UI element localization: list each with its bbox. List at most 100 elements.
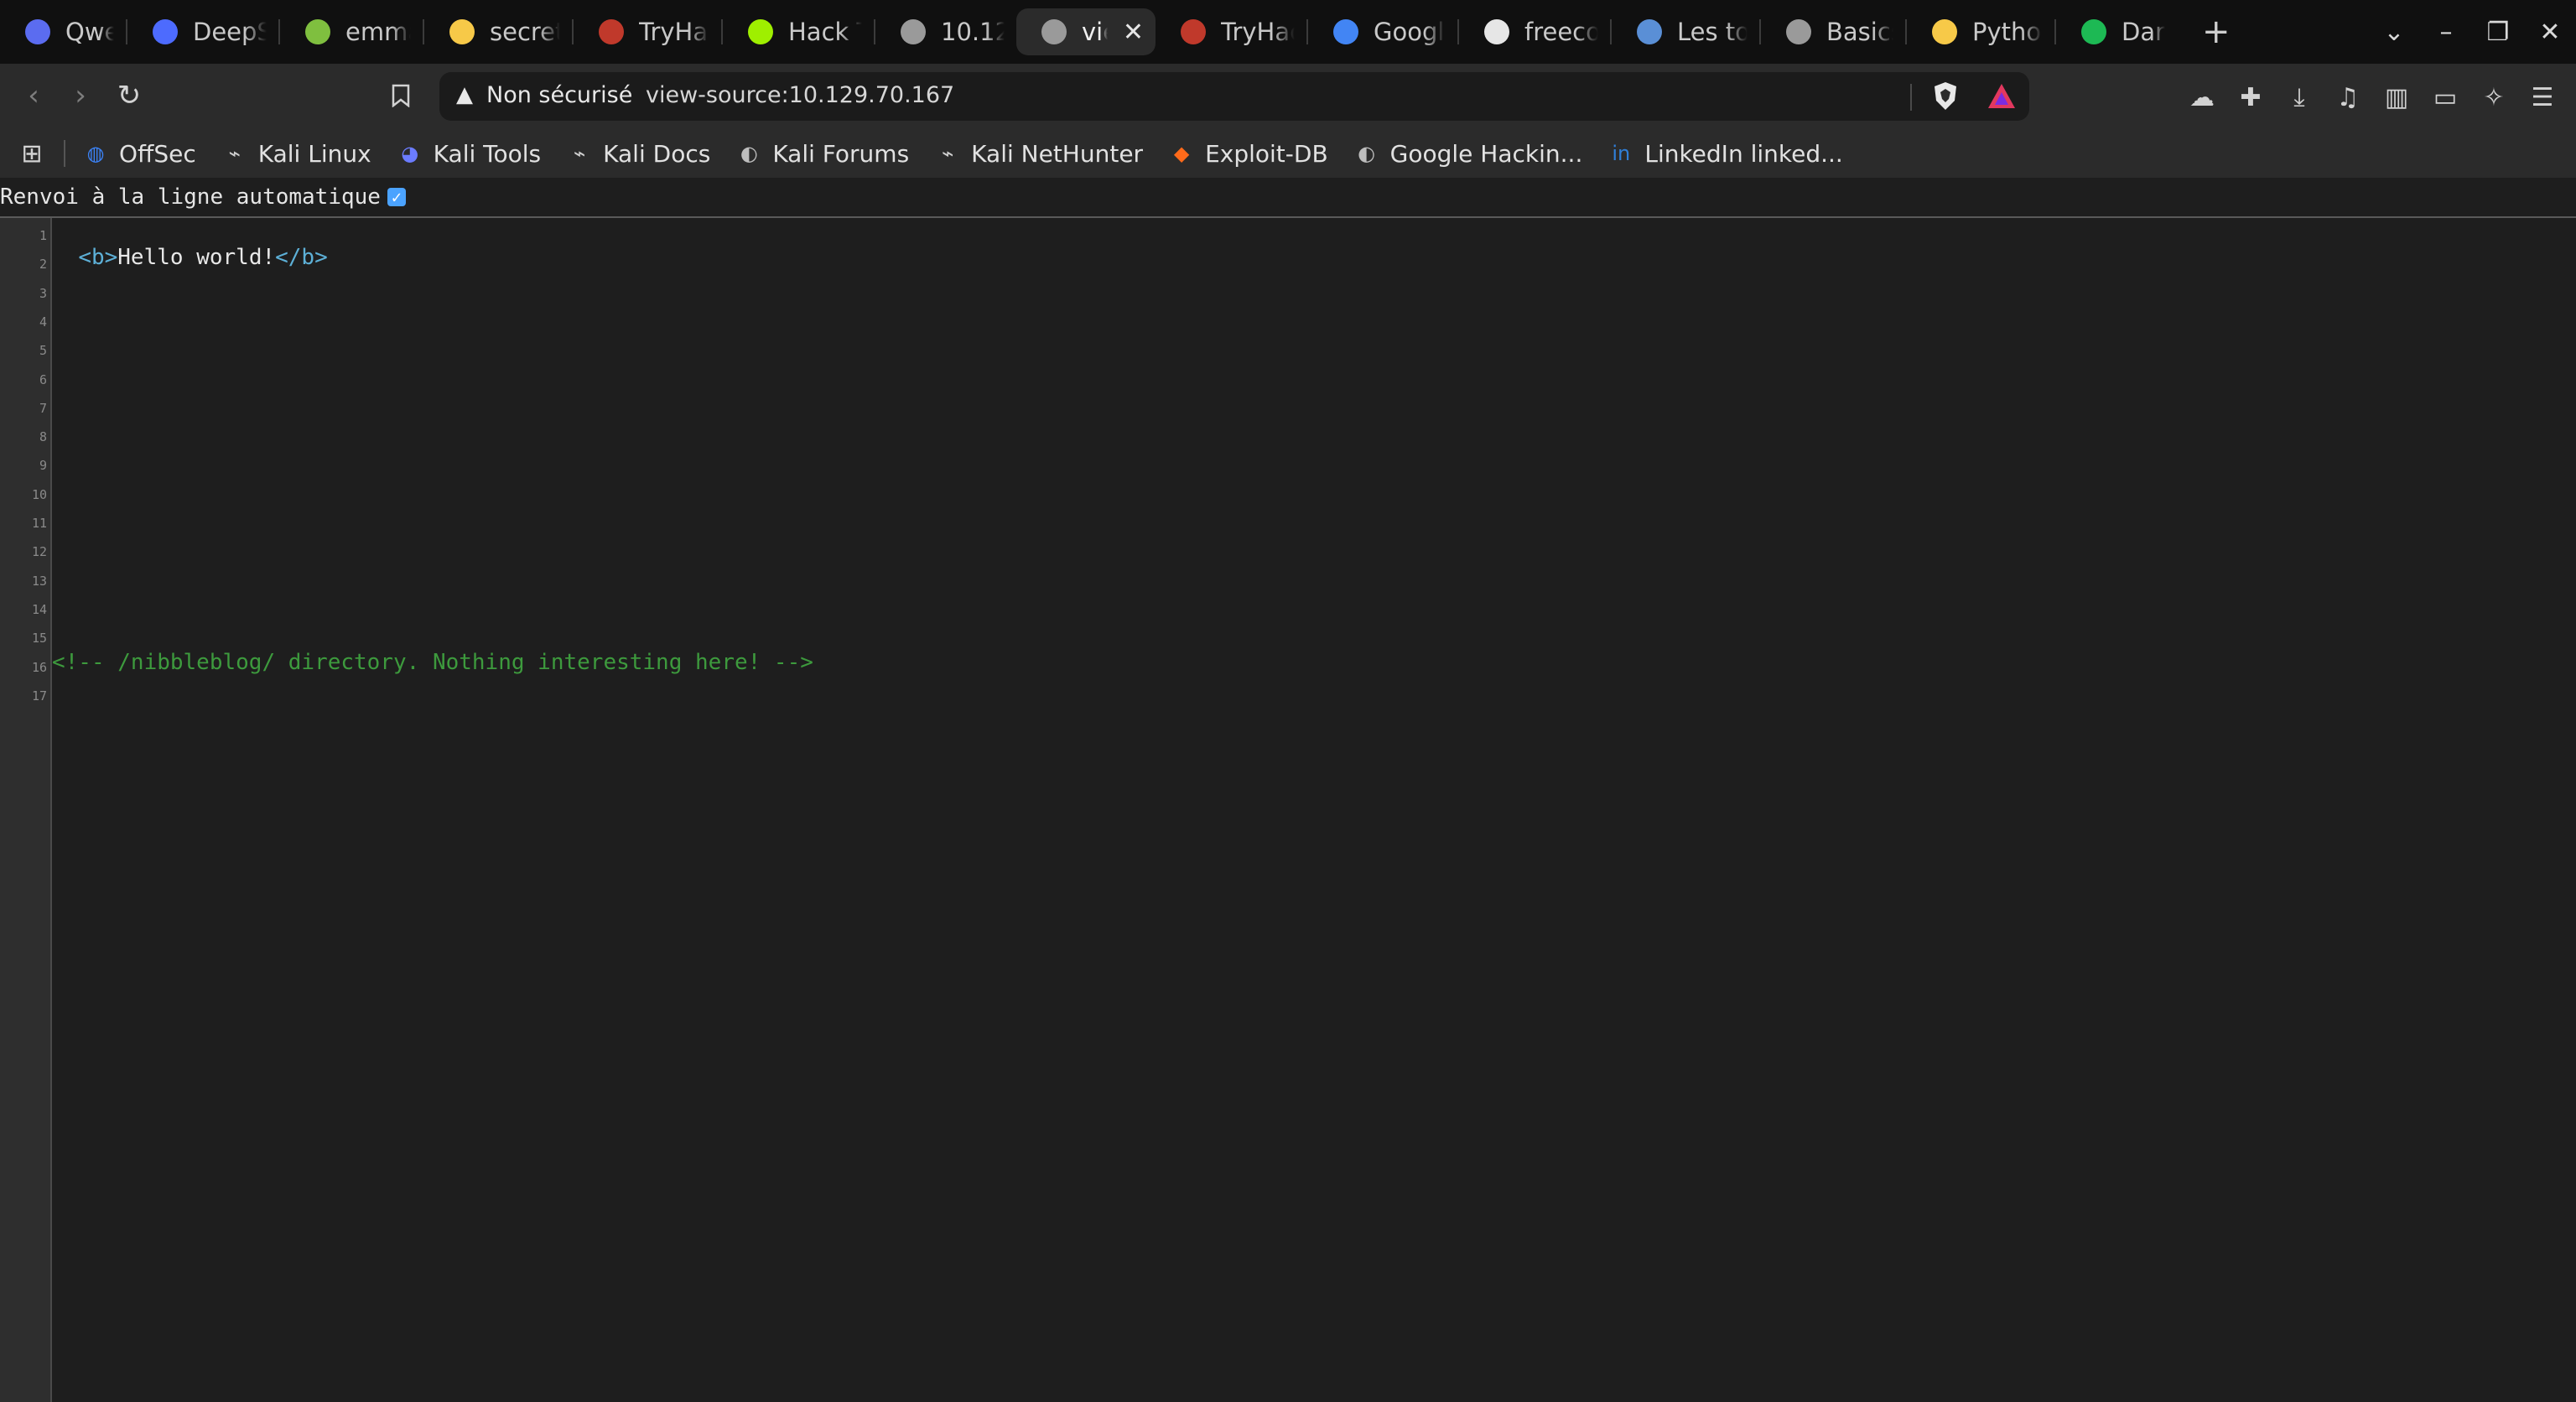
sidebar-icon[interactable]: ▥ [2378,79,2415,116]
reload-button[interactable]: ↻ [111,77,148,114]
bookmark-label: Exploit-DB [1205,139,1328,168]
bookmark-item[interactable]: ◐ Google Hackin... [1355,139,1583,168]
apps-grid-icon[interactable]: ⊞ [0,129,64,178]
tab-3[interactable]: emma [280,8,423,55]
bookmark-label: OffSec [119,139,196,168]
line-number: 14 [31,601,47,617]
tab-label: 10.129 [941,18,1005,46]
tab-label: TryHackMe [639,18,709,46]
brave-shields-icon[interactable] [1930,80,1961,112]
tab-15[interactable]: Dar [2056,8,2182,55]
tab-label: Hack The Box [788,18,862,46]
python-icon [1932,19,1957,44]
line-number: 3 [39,285,47,301]
tab-8[interactable]: vie ✕ [1016,8,1156,55]
tab-label: Python [1972,18,2043,46]
wallet-icon[interactable]: ▭ [2427,79,2464,116]
python-icon [449,19,475,44]
linkedin-icon: in [1612,142,1631,165]
line-number: 8 [39,429,47,445]
tab-12[interactable]: Les top [1612,8,1759,55]
bookmark-label: Kali Docs [603,139,711,168]
tab-label: Google [1374,18,1446,46]
globe-icon: ◐ [1358,142,1376,165]
close-b-tag: </b> [275,245,328,270]
security-label[interactable]: Non sécurisé [486,82,632,108]
tab-10[interactable]: Google [1308,8,1457,55]
tab-1[interactable]: Qwen [0,8,126,55]
tab-14[interactable]: Python [1907,8,2054,55]
bookmark-item[interactable]: ◕ Kali Tools [398,140,541,168]
leo-ai-icon[interactable]: ✧ [2475,79,2512,116]
tab-7[interactable]: 10.129 [875,8,1016,55]
bookmark-label: Kali NetHunter [971,139,1144,168]
hackthebox-icon [748,19,773,44]
line-number: 12 [31,544,47,560]
line-number: 11 [31,516,47,531]
bookmark-item[interactable]: ⌁ Kali Docs [568,140,710,168]
warning-icon[interactable]: ▲ [456,82,473,107]
bookmark-item[interactable]: ⌁ Kali NetHunter [936,140,1143,168]
bookmark-item[interactable]: in LinkedIn linked... [1609,140,1842,168]
tab-13[interactable]: Basics [1761,8,1905,55]
extensions-icon[interactable]: ✚ [2232,79,2269,116]
brave-rewards-icon[interactable] [1986,80,2018,112]
download-icon[interactable]: ⤓ [2281,79,2318,116]
back-button[interactable]: ‹ [15,77,52,114]
content-divider [0,216,2576,218]
deepseek-icon [153,19,178,44]
close-window-button[interactable]: ✕ [2524,18,2576,47]
globe-icon [1041,19,1067,44]
hello-text: Hello world! [117,245,276,270]
bookmarks-divider [64,140,65,167]
minimize-button[interactable]: – [2420,18,2472,47]
tab-6[interactable]: Hack The Box [723,8,874,55]
media-icon[interactable]: ♫ [2329,79,2366,116]
tab-label: freecodecamp [1524,18,1598,46]
tab-4[interactable]: secret [424,8,572,55]
bookmark-label: LinkedIn linked... [1644,139,1843,168]
tab-label: vie [1082,18,1108,46]
tab-label: emma [345,18,411,46]
line-number: 17 [31,688,47,704]
globe-icon [1786,19,1811,44]
kali-icon: ⌁ [228,142,241,165]
menu-icon[interactable]: ☰ [2524,79,2561,116]
bookmark-label: Kali Forums [772,139,910,168]
wrap-lines-checkbox[interactable]: ✓ [387,188,406,206]
tryhackme-icon [1181,19,1206,44]
kali-tools-icon: ◕ [401,142,419,165]
kali-icon: ⌁ [573,142,586,165]
bookmark-item[interactable]: ◐ Kali Forums [737,140,909,168]
globe-icon: ◐ [740,142,758,165]
tab-search-icon[interactable]: ⌄ [2368,18,2420,47]
address-bar[interactable]: ▲ Non sécurisé view-source:10.129.70.167 [439,72,2029,121]
bookmark-label: Google Hackin... [1389,139,1583,168]
tab-11[interactable]: freecodecamp [1459,8,1610,55]
tryhackme-icon [599,19,624,44]
bookmark-icon[interactable] [382,77,419,114]
source-line-16: <!-- /nibbleblog/ directory. Nothing int… [52,650,813,675]
address-divider [1910,84,1912,111]
les-top-icon [1637,19,1662,44]
bookmark-item[interactable]: ◆ Exploit-DB [1170,140,1328,168]
url-text[interactable]: view-source:10.129.70.167 [646,82,954,108]
open-b-tag: <b> [78,245,118,270]
tab-strip: Qwen DeepSeek emma secret TryHackMe Hack The … [0,0,2576,64]
line-number: 15 [31,631,47,646]
close-tab-icon[interactable]: ✕ [1123,18,1144,47]
bookmark-item[interactable]: ◍ OffSec [84,140,196,168]
offsec-icon: ◍ [86,142,105,165]
tab-9[interactable]: TryHackMe [1156,8,1306,55]
vpn-icon[interactable]: ☁ [2184,79,2220,116]
tab-2[interactable]: DeepSeek [127,8,278,55]
bookmark-item[interactable]: ⌁ Kali Linux [223,140,371,168]
forward-button[interactable]: › [62,77,99,114]
tab-5[interactable]: TryHackMe [574,8,721,55]
line-number-gutter: 1 2 3 4 5 6 7 8 9 10 11 12 13 14 15 16 17 [0,218,52,1402]
spotify-icon [2081,19,2106,44]
bookmarks-bar: ⊞ ◍ OffSec ⌁ Kali Linux ◕ Kali Tools ⌁ Kali Doc… [0,129,2576,178]
new-tab-button[interactable]: + [2202,13,2236,51]
restore-button[interactable]: ❐ [2472,18,2524,47]
line-number: 13 [31,573,47,589]
